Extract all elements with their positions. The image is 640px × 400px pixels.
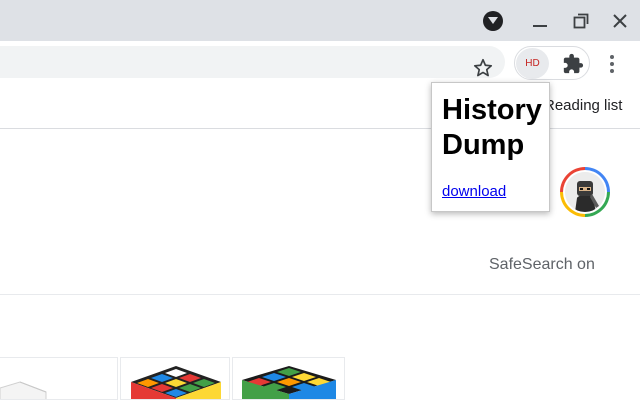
image-result[interactable] [0, 357, 118, 400]
download-link[interactable]: download [442, 183, 506, 200]
minimize-icon[interactable] [529, 10, 551, 32]
tab-search-icon[interactable] [483, 11, 503, 31]
image-result[interactable] [120, 357, 230, 400]
history-dump-extension-button[interactable]: HD [516, 48, 549, 79]
close-icon[interactable] [609, 10, 631, 32]
safesearch-label[interactable]: SafeSearch on [489, 256, 595, 274]
image-results-strip [0, 357, 345, 400]
popup-title: History Dump [442, 94, 542, 161]
restore-icon[interactable] [570, 10, 592, 32]
profile-avatar[interactable] [560, 167, 610, 217]
extension-badge-text: HD [525, 58, 540, 69]
address-bar[interactable] [0, 46, 505, 78]
kebab-menu-icon[interactable] [605, 53, 619, 75]
image-result[interactable] [232, 357, 345, 400]
results-divider [0, 294, 640, 295]
reading-list-button[interactable]: Reading list [544, 97, 622, 114]
bookmark-star-icon[interactable] [472, 57, 494, 79]
puzzle-icon[interactable] [562, 53, 584, 75]
history-dump-popup: History Dump download [431, 82, 550, 212]
